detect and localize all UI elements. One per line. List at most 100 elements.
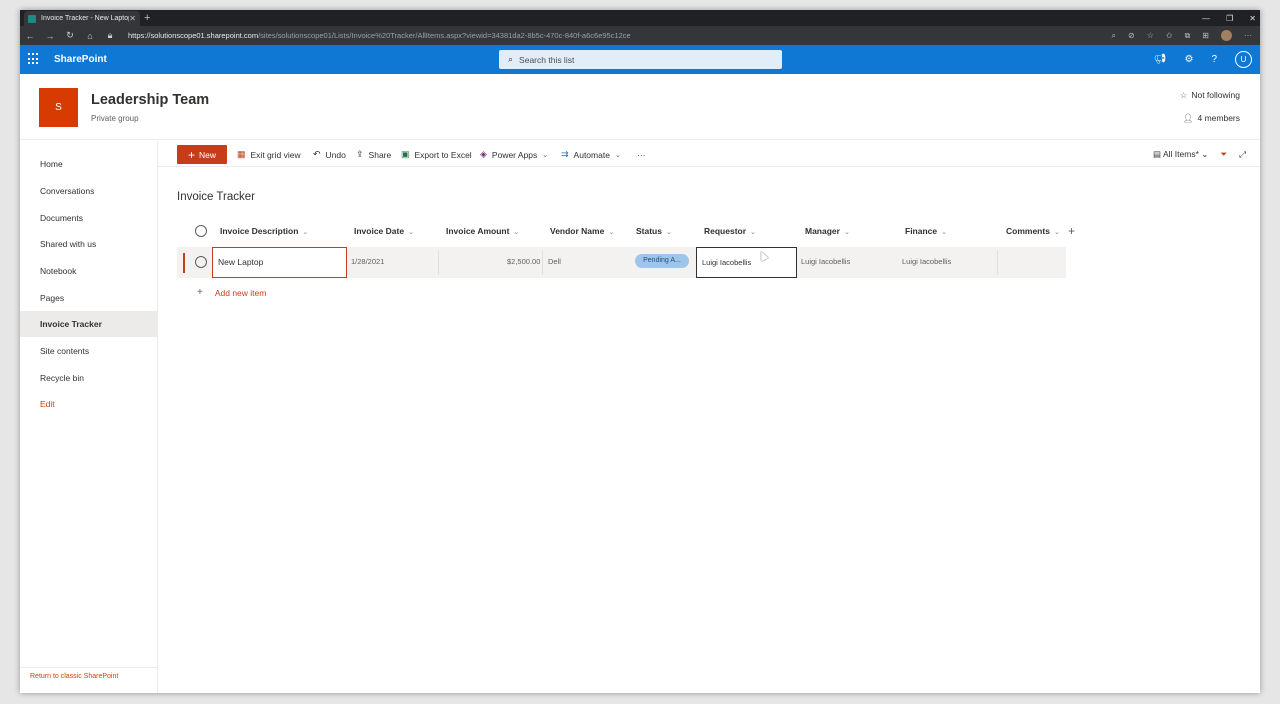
favorite-star-icon[interactable]: ☆ bbox=[1147, 31, 1154, 40]
chevron-down-icon: ⌄ bbox=[614, 151, 621, 159]
expand-icon[interactable]: ⤢ bbox=[1239, 149, 1246, 160]
back-icon[interactable]: ← bbox=[20, 31, 40, 41]
extensions-icon[interactable]: ⊞ bbox=[1202, 31, 1209, 40]
tracking-icon[interactable]: ⊘ bbox=[1128, 31, 1135, 40]
column-header-invoice-amount[interactable]: Invoice Amount ⌄ bbox=[446, 226, 519, 240]
column-header-invoice-date[interactable]: Invoice Date ⌄ bbox=[354, 226, 414, 240]
view-switcher[interactable]: ▤ All Items* ⌄ bbox=[1153, 149, 1208, 160]
nav-item-pages[interactable]: Pages bbox=[20, 285, 157, 311]
column-header-comments[interactable]: Comments ⌄ bbox=[1006, 226, 1060, 240]
more-commands-button[interactable]: ··· bbox=[637, 145, 646, 164]
url-field[interactable]: https://solutionscope01.sharepoint.com/s… bbox=[128, 31, 631, 40]
share-button[interactable]: ⇪ Share bbox=[356, 145, 391, 164]
nav-item-site-contents[interactable]: Site contents bbox=[20, 338, 157, 364]
cell-vendor-name[interactable]: Dell bbox=[548, 257, 561, 266]
nav-item-home[interactable]: Home bbox=[20, 151, 157, 177]
cell-invoice-description[interactable]: New Laptop bbox=[212, 247, 347, 278]
members-button[interactable]: 👤︎ 4 members bbox=[1183, 113, 1240, 124]
column-header-status[interactable]: Status ⌄ bbox=[636, 226, 672, 240]
chevron-down-icon: ⌄ bbox=[408, 229, 414, 236]
exit-grid-view-button[interactable]: ▦ Exit grid view bbox=[237, 145, 301, 164]
person-icon: 👤︎ bbox=[1182, 113, 1194, 123]
column-header-finance[interactable]: Finance ⌄ bbox=[905, 226, 947, 240]
suite-icons: 📢︎ ⚙ ? U bbox=[1154, 45, 1252, 74]
chevron-down-icon: ⌄ bbox=[941, 229, 947, 236]
add-new-item-label: Add new item bbox=[214, 287, 267, 298]
favorites-icon[interactable]: ✩ bbox=[1166, 31, 1173, 40]
close-window-icon[interactable]: ✕ bbox=[1249, 14, 1256, 23]
nav-edit-link[interactable]: Edit bbox=[20, 391, 157, 417]
add-new-item-button[interactable]: + Add new item bbox=[197, 287, 266, 298]
window-controls: — ❐ ✕ bbox=[1202, 10, 1256, 26]
forward-icon[interactable]: → bbox=[40, 31, 60, 41]
new-button[interactable]: + New bbox=[177, 145, 227, 164]
nav-item-conversations[interactable]: Conversations bbox=[20, 178, 157, 204]
column-header-label: Requestor bbox=[704, 226, 747, 236]
add-column-button[interactable]: + bbox=[1068, 224, 1075, 238]
url-host: https://solutionscope01.sharepoint.com bbox=[128, 31, 259, 40]
new-tab-button[interactable]: + bbox=[144, 10, 150, 26]
cell-requestor[interactable]: Luigi Iacobellis bbox=[696, 247, 797, 278]
chevron-down-icon: ⌄ bbox=[302, 229, 309, 236]
browser-address-bar: ← → ↻ ⌂ 🔒︎ https://solutionscope01.share… bbox=[20, 26, 1260, 45]
left-navigation: Home Conversations Documents Shared with… bbox=[20, 141, 158, 693]
cell-invoice-date[interactable]: 1/28/2021 bbox=[351, 257, 384, 266]
column-header-requestor[interactable]: Requestor ⌄ bbox=[704, 226, 756, 240]
automate-button[interactable]: ⇉ Automate ⌄ bbox=[561, 145, 621, 164]
column-header-manager[interactable]: Manager ⌄ bbox=[805, 226, 850, 240]
power-apps-button[interactable]: ◈ Power Apps ⌄ bbox=[480, 145, 548, 164]
close-tab-icon[interactable]: ✕ bbox=[129, 14, 136, 23]
settings-gear-icon[interactable]: ⚙ bbox=[1184, 54, 1193, 65]
help-icon[interactable]: ? bbox=[1211, 54, 1217, 65]
account-avatar[interactable]: U bbox=[1235, 51, 1252, 68]
status-badge[interactable]: Pending A... bbox=[635, 254, 689, 268]
undo-button[interactable]: ↶ Undo bbox=[313, 145, 346, 164]
filter-icon[interactable]: ⏷ bbox=[1220, 149, 1227, 160]
column-header-invoice-description[interactable]: Invoice Description ⌄ bbox=[220, 226, 308, 240]
browser-window: Invoice Tracker - New Laptop ✕ + — ❐ ✕ ←… bbox=[20, 10, 1260, 693]
column-header-label: Finance bbox=[905, 226, 938, 236]
power-apps-label: Power Apps bbox=[491, 149, 538, 160]
site-title[interactable]: Leadership Team bbox=[91, 92, 209, 108]
nav-item-shared-with-us[interactable]: Shared with us bbox=[20, 231, 157, 257]
follow-button[interactable]: ☆ Not following bbox=[1180, 90, 1240, 101]
search-input[interactable]: ⌕ Search this list bbox=[499, 50, 782, 69]
cell-manager[interactable]: Luigi Iacobellis bbox=[801, 257, 850, 266]
automate-icon: ⇉ bbox=[561, 149, 569, 159]
excel-icon: ▣ bbox=[401, 149, 410, 159]
list-title: Invoice Tracker bbox=[177, 191, 255, 203]
collections-icon[interactable]: ⧉ bbox=[1185, 31, 1191, 41]
return-to-classic-link[interactable]: Return to classic SharePoint bbox=[20, 667, 157, 693]
megaphone-icon[interactable]: 📢︎ bbox=[1154, 54, 1167, 65]
automate-label: Automate bbox=[573, 149, 610, 160]
nav-item-recycle-bin[interactable]: Recycle bin bbox=[20, 365, 157, 391]
nav-item-invoice-tracker[interactable]: Invoice Tracker bbox=[20, 311, 157, 337]
minimize-icon[interactable]: — bbox=[1202, 14, 1210, 23]
site-logo[interactable]: S bbox=[39, 88, 78, 127]
select-all-checkbox[interactable] bbox=[195, 225, 207, 237]
zoom-icon[interactable]: ⌕ bbox=[1112, 31, 1116, 41]
restore-icon[interactable]: ❐ bbox=[1226, 14, 1233, 23]
browser-profile-avatar[interactable] bbox=[1221, 30, 1232, 41]
plus-icon: + bbox=[187, 147, 195, 162]
star-icon: ☆ bbox=[1179, 90, 1188, 100]
row-checkbox[interactable] bbox=[195, 256, 207, 268]
nav-item-notebook[interactable]: Notebook bbox=[20, 258, 157, 284]
tab-title: Invoice Tracker - New Laptop bbox=[41, 15, 130, 22]
cell-finance[interactable]: Luigi Iacobellis bbox=[902, 257, 951, 266]
nav-item-documents[interactable]: Documents bbox=[20, 205, 157, 231]
browser-tab-strip: Invoice Tracker - New Laptop ✕ + — ❐ ✕ bbox=[20, 10, 1260, 26]
refresh-icon[interactable]: ↻ bbox=[60, 30, 80, 41]
browser-toolbar-icons: ⌕ ⊘ ☆ ✩ ⧉ ⊞ ··· bbox=[1112, 26, 1252, 45]
cell-invoice-amount[interactable]: $2,500.00 bbox=[507, 257, 540, 266]
browser-menu-icon[interactable]: ··· bbox=[1244, 31, 1252, 40]
home-icon[interactable]: ⌂ bbox=[80, 31, 100, 41]
export-to-excel-button[interactable]: ▣ Export to Excel bbox=[401, 145, 472, 164]
browser-tab[interactable]: Invoice Tracker - New Laptop ✕ bbox=[24, 11, 140, 26]
chevron-down-icon: ⌄ bbox=[750, 229, 756, 236]
app-launcher-icon[interactable] bbox=[28, 53, 40, 65]
column-header-label: Invoice Amount bbox=[446, 226, 510, 236]
column-header-vendor-name[interactable]: Vendor Name ⌄ bbox=[550, 226, 614, 240]
cell-divider bbox=[542, 250, 543, 275]
sharepoint-brand-link[interactable]: SharePoint bbox=[54, 45, 107, 74]
